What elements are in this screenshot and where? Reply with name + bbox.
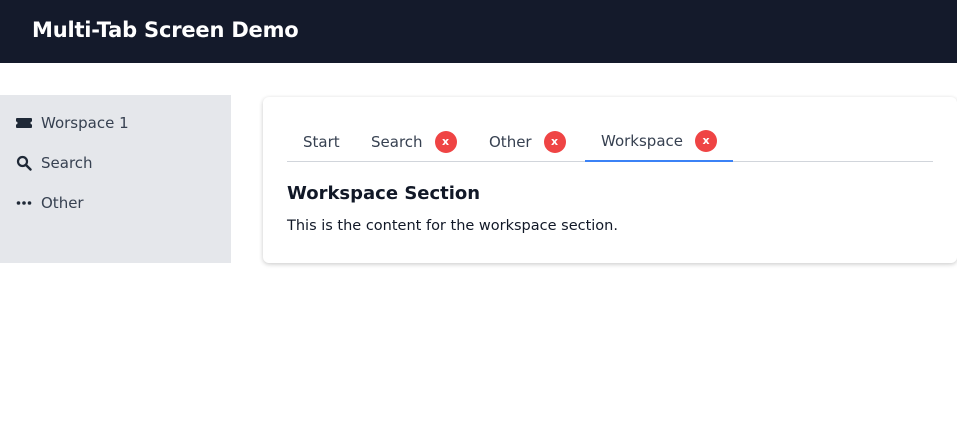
section-body: This is the content for the workspace se… xyxy=(287,218,618,234)
close-tab-search-button[interactable]: x xyxy=(434,130,457,153)
sidebar-item-search[interactable]: Search xyxy=(15,151,93,175)
sidebar-item-label: Worspace 1 xyxy=(41,114,129,132)
tab-other[interactable]: Other x xyxy=(473,121,582,162)
sidebar-item-workspace-1[interactable]: Worspace 1 xyxy=(15,111,129,135)
tab-label: Start xyxy=(303,132,340,151)
sidebar: Worspace 1 Search Other xyxy=(0,95,231,263)
tab-label: Other xyxy=(489,132,532,151)
sidebar-item-label: Other xyxy=(41,194,84,212)
tab-bar: Start Search x Other x Workspace x xyxy=(287,121,933,162)
tab-workspace[interactable]: Workspace x xyxy=(585,121,733,162)
sidebar-item-label: Search xyxy=(41,154,93,172)
ellipsis-icon xyxy=(15,194,33,212)
tab-label: Workspace xyxy=(601,131,683,150)
close-tab-workspace-button[interactable]: x xyxy=(695,129,717,152)
top-bar: Multi-Tab Screen Demo xyxy=(0,0,957,63)
tab-search[interactable]: Search x xyxy=(355,121,473,162)
section-title: Workspace Section xyxy=(287,183,481,204)
tab-start[interactable]: Start xyxy=(287,121,356,162)
content-card: Start Search x Other x Workspace x Works… xyxy=(263,97,957,263)
sidebar-item-other[interactable]: Other xyxy=(15,191,84,215)
ticket-icon xyxy=(15,114,33,132)
search-icon xyxy=(15,154,33,172)
close-tab-other-button[interactable]: x xyxy=(543,130,566,153)
tab-label: Search xyxy=(371,132,423,151)
app-title: Multi-Tab Screen Demo xyxy=(32,18,299,42)
